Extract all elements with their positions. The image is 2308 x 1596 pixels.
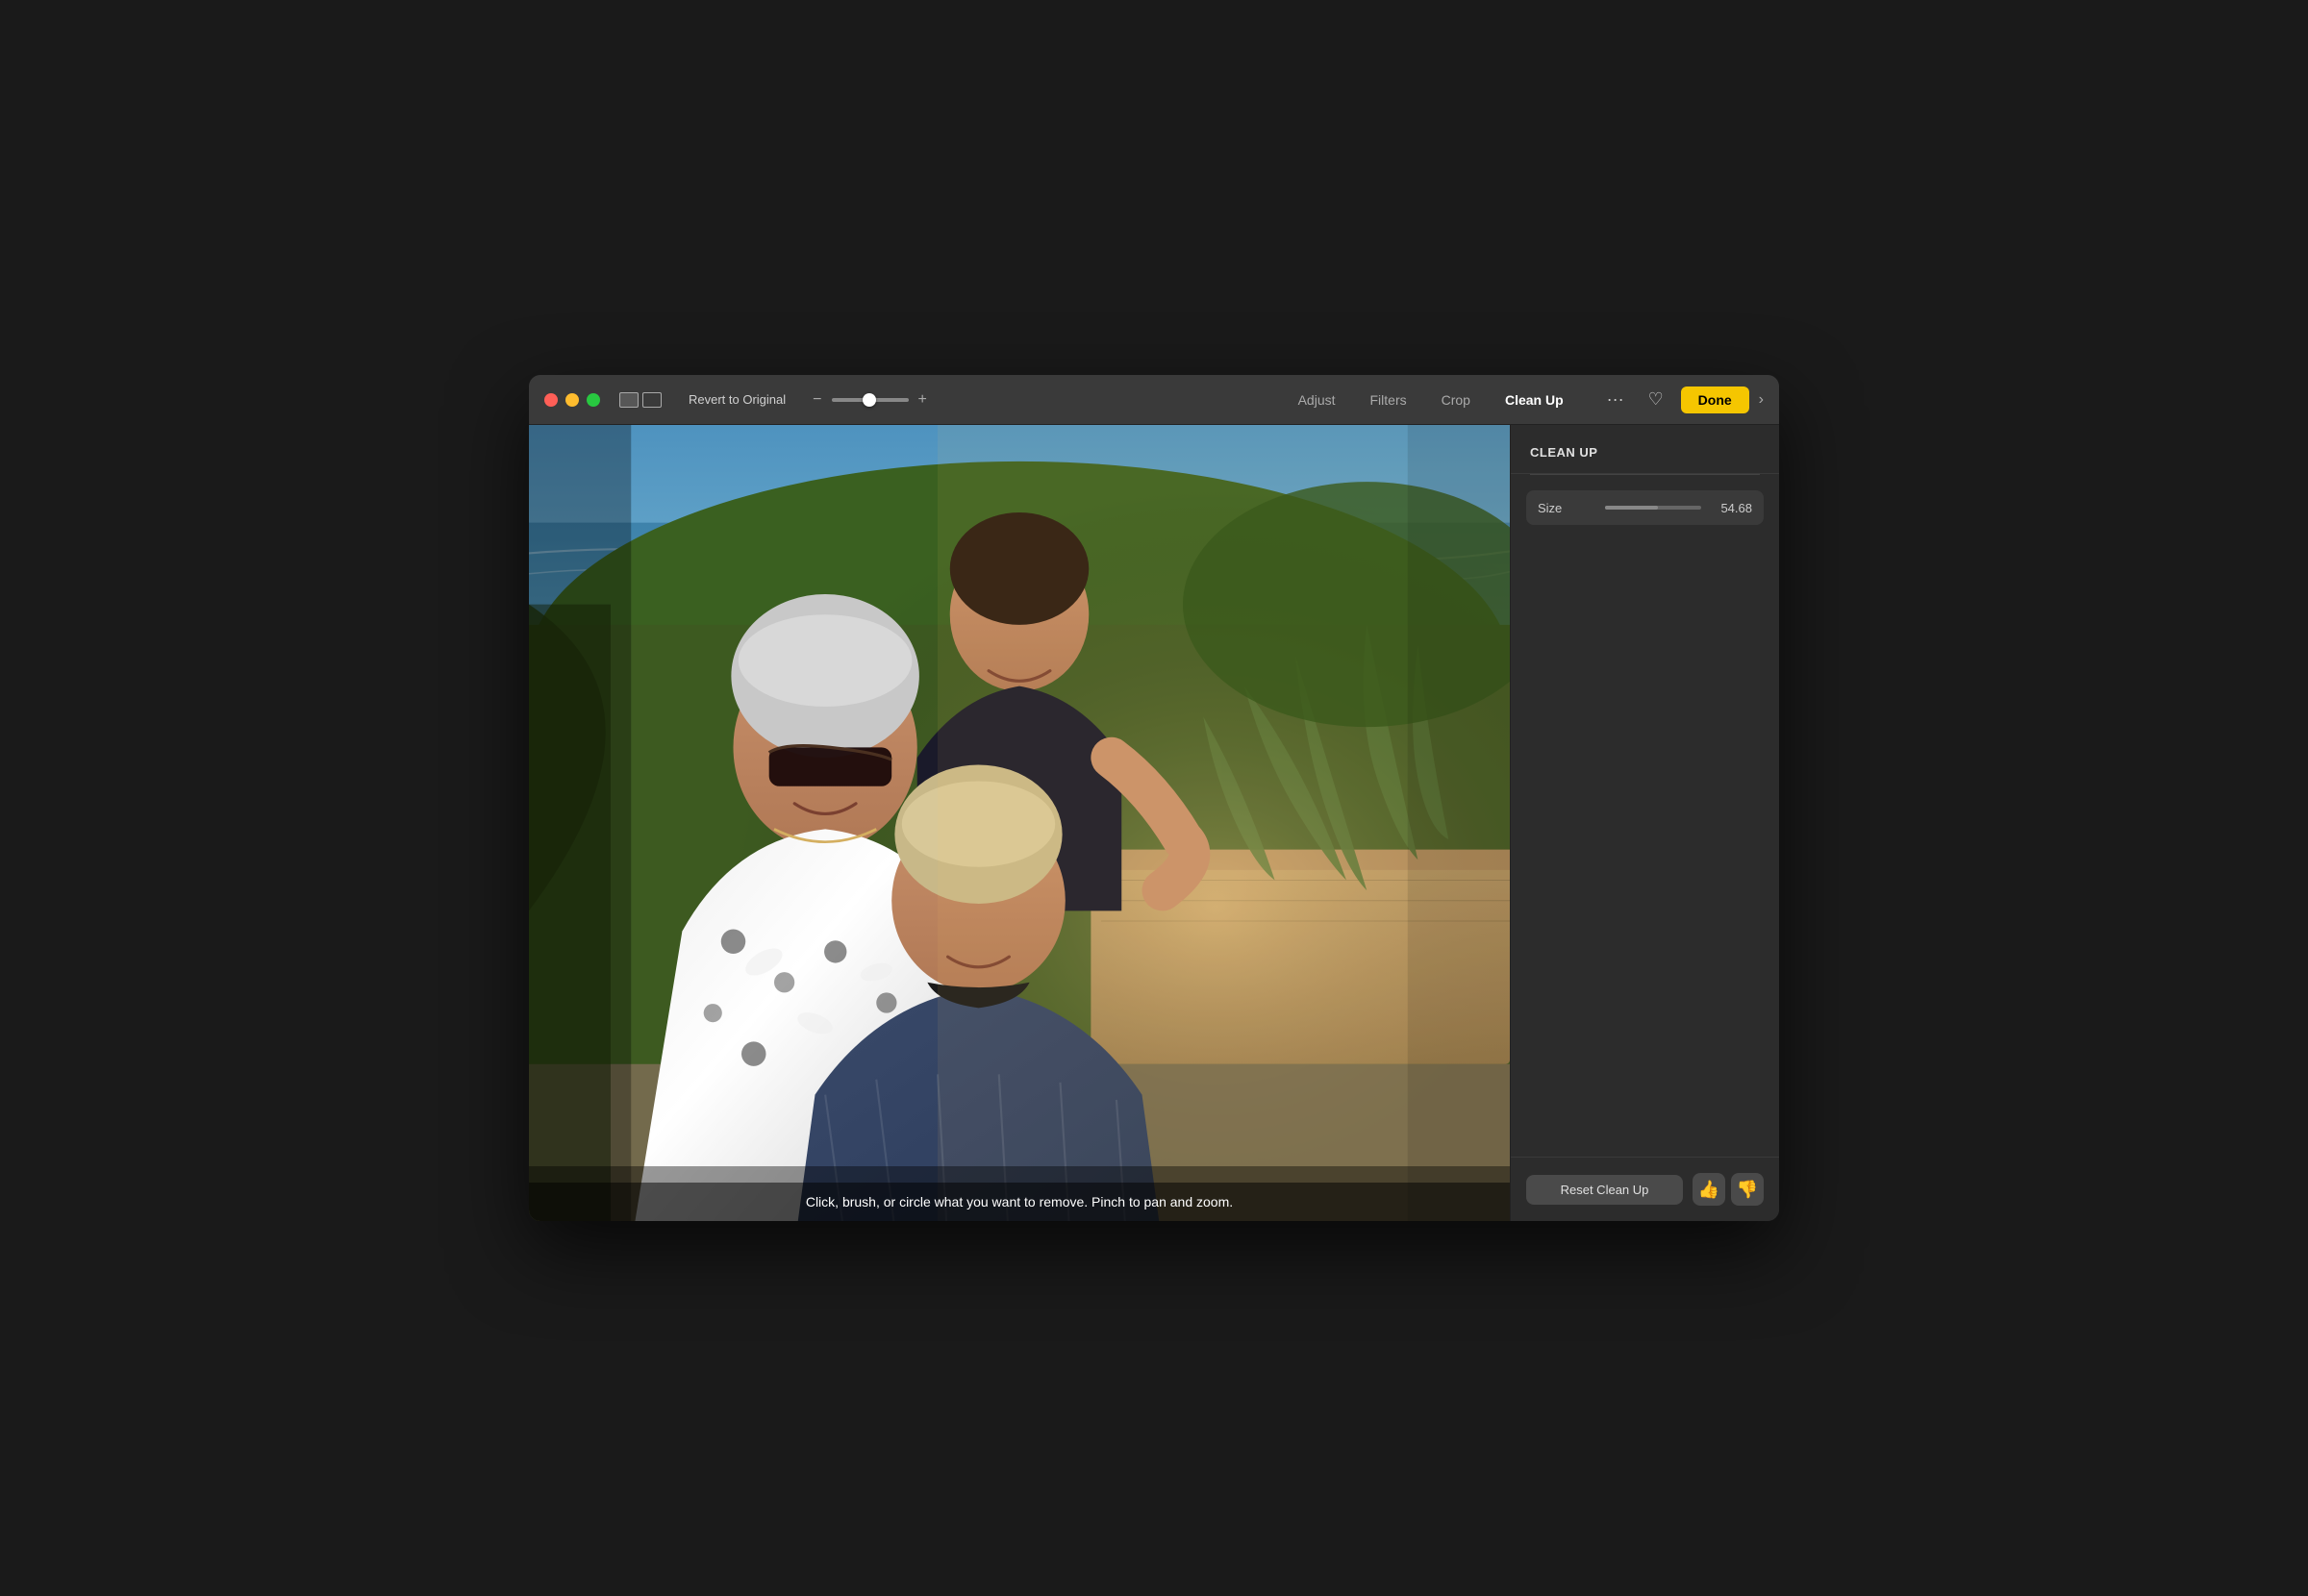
zoom-in-button[interactable]: + [915,391,931,409]
photo-container [529,425,1510,1221]
app-window: Revert to Original − + Adjust Filters Cr… [529,375,1779,1221]
view-toggle [619,392,662,408]
sidebar-footer: Reset Clean Up 👍 👎 [1511,1157,1779,1221]
close-button[interactable] [544,393,558,407]
size-value: 54.68 [1709,501,1764,515]
photo-hint: Click, brush, or circle what you want to… [529,1183,1510,1221]
thumbs-down-icon: 👎 [1737,1180,1758,1200]
thumbs-up-icon: 👍 [1698,1180,1719,1200]
size-slider-fill [1605,506,1658,510]
reset-cleanup-button[interactable]: Reset Clean Up [1526,1175,1683,1205]
tab-filters[interactable]: Filters [1353,387,1424,413]
sidebar: CLEAN UP Size 54.68 Reset Clean Up 👍 [1510,425,1779,1221]
more-options-button[interactable]: ··· [1600,385,1631,415]
zoom-control: − + [809,391,931,409]
chevron-right-button[interactable]: › [1759,391,1764,409]
more-icon: ··· [1607,389,1624,410]
photo-area[interactable]: Click, brush, or circle what you want to… [529,425,1510,1221]
revert-to-original-button[interactable]: Revert to Original [681,388,793,411]
heart-icon: ♡ [1648,389,1664,410]
size-slider[interactable] [1605,506,1701,510]
zoom-slider[interactable] [832,398,909,402]
fullscreen-button[interactable] [587,393,600,407]
thumbs-down-button[interactable]: 👎 [1731,1173,1764,1206]
sidebar-spacer [1511,832,1779,1158]
grid-view-icon[interactable] [642,392,662,408]
tab-cleanup[interactable]: Clean Up [1488,387,1581,413]
zoom-thumb [863,393,876,407]
tab-adjust[interactable]: Adjust [1281,387,1353,413]
chevron-right-icon: › [1759,391,1764,408]
tab-crop[interactable]: Crop [1424,387,1488,413]
traffic-lights [544,393,600,407]
hint-text: Click, brush, or circle what you want to… [806,1194,1233,1209]
size-control[interactable]: Size 54.68 [1526,490,1764,525]
size-label: Size [1526,501,1597,515]
sidebar-body: Size 54.68 [1511,475,1779,832]
nav-tabs: Adjust Filters Crop Clean Up [1281,387,1581,413]
thumbs-up-button[interactable]: 👍 [1693,1173,1725,1206]
single-view-icon[interactable] [619,392,639,408]
favorite-button[interactable]: ♡ [1641,385,1671,415]
zoom-out-button[interactable]: − [809,391,825,409]
titlebar: Revert to Original − + Adjust Filters Cr… [529,375,1779,425]
feedback-buttons: 👍 👎 [1693,1173,1764,1206]
header-actions: ··· ♡ Done › [1600,385,1764,415]
sidebar-header: CLEAN UP [1511,425,1779,474]
sidebar-title: CLEAN UP [1530,445,1597,460]
minimize-button[interactable] [565,393,579,407]
main-content: Click, brush, or circle what you want to… [529,425,1779,1221]
done-button[interactable]: Done [1681,387,1749,413]
photo-image [529,425,1510,1221]
